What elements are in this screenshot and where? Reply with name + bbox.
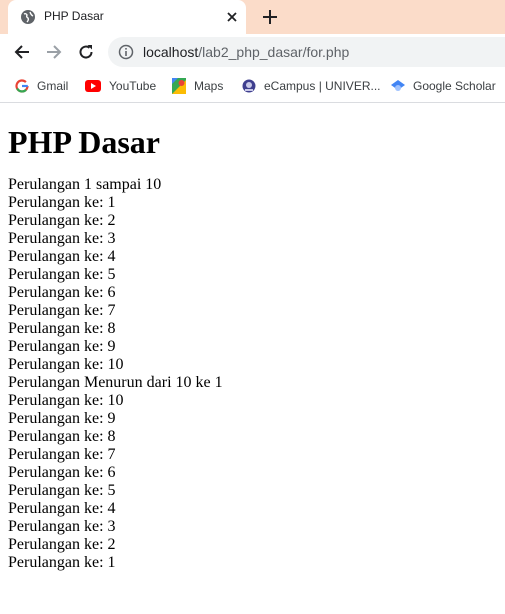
bookmark-label: Google Scholar	[413, 79, 496, 93]
page-content: PHP Dasar Perulangan 1 sampai 10 Perulan…	[0, 124, 505, 572]
output-line: Perulangan ke: 1	[8, 554, 116, 571]
new-tab-button[interactable]	[259, 7, 281, 27]
loop-output: Perulangan 1 sampai 10 Perulangan ke: 1 …	[8, 176, 497, 572]
bookmark-maps[interactable]: Maps	[172, 78, 223, 94]
output-line: Perulangan ke: 4	[8, 248, 116, 265]
close-icon	[227, 12, 237, 22]
back-button[interactable]	[12, 42, 32, 62]
output-line: Perulangan ke: 5	[8, 482, 116, 499]
browser-toolbar: localhost/lab2_php_dasar/for.php	[0, 34, 505, 70]
bookmark-label: eCampus | UNIVER...	[264, 79, 381, 93]
output-line: Perulangan 1 sampai 10	[8, 176, 162, 193]
output-line: Perulangan ke: 9	[8, 410, 116, 427]
output-line: Perulangan ke: 8	[8, 320, 116, 337]
output-line: Perulangan ke: 2	[8, 212, 116, 229]
plus-icon	[263, 10, 277, 24]
output-line: Perulangan ke: 7	[8, 446, 116, 463]
info-icon[interactable]	[118, 44, 134, 60]
output-line: Perulangan ke: 3	[8, 518, 116, 535]
output-line: Perulangan ke: 6	[8, 284, 116, 301]
url-path: /lab2_php_dasar/for.php	[198, 44, 350, 60]
arrow-right-icon	[47, 45, 62, 59]
bookmark-label: YouTube	[109, 79, 157, 93]
bookmark-label: Gmail	[37, 79, 69, 93]
youtube-icon	[85, 80, 101, 92]
output-line: Perulangan ke: 5	[8, 266, 116, 283]
url-text: localhost/lab2_php_dasar/for.php	[143, 44, 349, 60]
ecampus-icon	[242, 79, 256, 93]
url-host: localhost	[143, 44, 199, 60]
bookmark-google-scholar[interactable]: Google Scholar	[391, 78, 496, 94]
tab-title: PHP Dasar	[44, 9, 104, 23]
scholar-icon	[391, 80, 405, 91]
bookmark-youtube[interactable]: YouTube	[85, 78, 156, 94]
close-tab-button[interactable]	[224, 9, 240, 25]
globe-icon	[21, 10, 35, 24]
browser-tab[interactable]: PHP Dasar	[8, 0, 246, 34]
tab-strip: PHP Dasar	[0, 0, 505, 34]
bookmarks-bar: Gmail YouTube Maps eCampus | UNIVER... G…	[0, 70, 505, 103]
output-line: Perulangan ke: 7	[8, 302, 116, 319]
reload-button[interactable]	[76, 42, 96, 62]
output-line: Perulangan ke: 2	[8, 536, 116, 553]
reload-icon	[79, 45, 93, 59]
bookmark-label: Maps	[194, 79, 224, 93]
output-line: Perulangan ke: 6	[8, 464, 116, 481]
output-line: Perulangan Menurun dari 10 ke 1	[8, 374, 223, 391]
arrow-left-icon	[14, 45, 29, 59]
bookmark-gmail[interactable]: Gmail	[15, 78, 68, 94]
forward-button[interactable]	[44, 42, 64, 62]
output-line: Perulangan ke: 8	[8, 428, 116, 445]
maps-icon	[172, 78, 186, 94]
output-line: Perulangan ke: 9	[8, 338, 116, 355]
output-line: Perulangan ke: 10	[8, 392, 124, 409]
output-line: Perulangan ke: 3	[8, 230, 116, 247]
output-line: Perulangan ke: 4	[8, 500, 116, 517]
page-heading: PHP Dasar	[8, 124, 160, 160]
output-line: Perulangan ke: 10	[8, 356, 124, 373]
address-bar[interactable]: localhost/lab2_php_dasar/for.php	[108, 37, 505, 67]
google-icon	[15, 79, 29, 93]
output-line: Perulangan ke: 1	[8, 194, 116, 211]
bookmark-ecampus[interactable]: eCampus | UNIVER...	[242, 78, 380, 94]
